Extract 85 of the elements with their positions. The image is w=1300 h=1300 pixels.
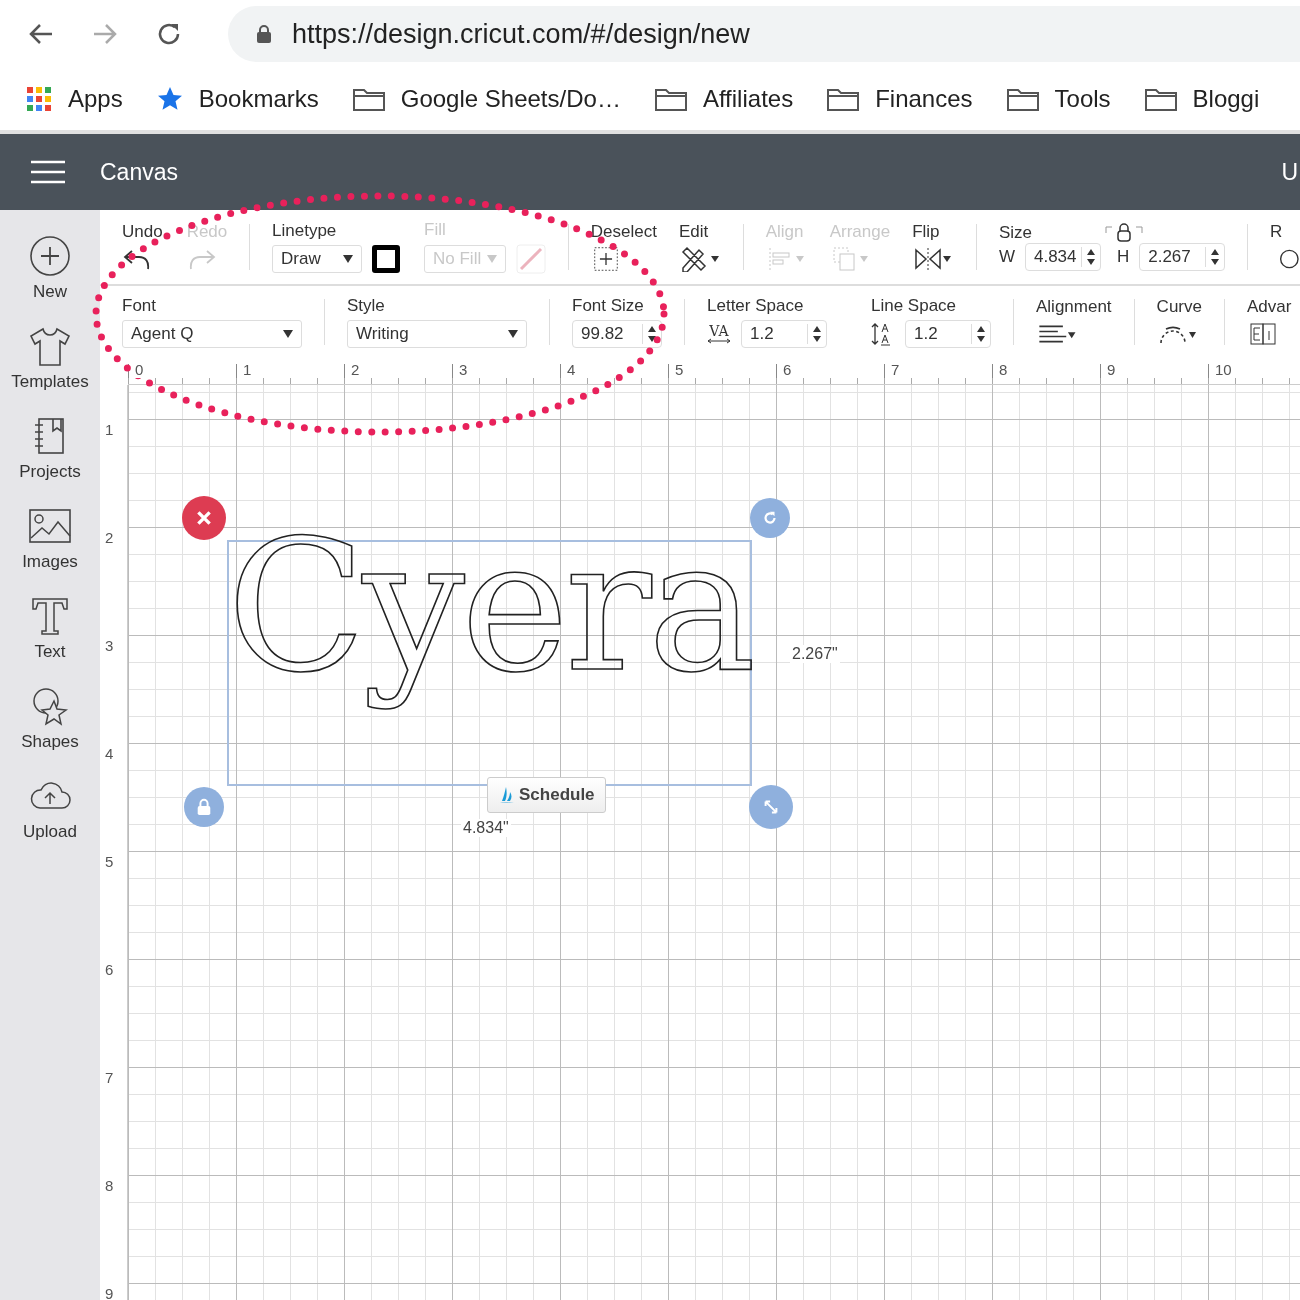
sidebar-item[interactable]: New [28, 234, 72, 302]
address-bar[interactable]: https://design.cricut.com/#/design/new [228, 6, 1300, 62]
spinner-icon [971, 324, 986, 344]
ruler-number: 5 [105, 853, 114, 870]
folder-icon [1006, 87, 1039, 111]
sidebar-item[interactable]: Shapes [21, 684, 79, 752]
sidebar-item[interactable]: Projects [19, 414, 81, 482]
star-icon [156, 86, 183, 112]
caret-icon [343, 255, 354, 263]
ruler-number: 1 [105, 421, 114, 438]
resize-handle[interactable] [749, 785, 793, 829]
spinner-icon [642, 324, 657, 344]
toolbar-label: R [1270, 222, 1283, 242]
curve-button[interactable]: Curve [1156, 297, 1202, 347]
bookmark-item[interactable]: Finances [827, 85, 973, 113]
lock-icon [256, 24, 272, 44]
ruler-number: 7 [105, 1069, 114, 1086]
alignment-button[interactable]: Alignment [1036, 297, 1112, 347]
ruler-number: 4 [105, 745, 114, 762]
deselect-button[interactable]: Deselect [590, 222, 657, 272]
rotate-icon [761, 509, 779, 527]
rotate-handle[interactable] [750, 498, 790, 538]
edit-button[interactable]: Edit [678, 222, 721, 272]
padlock-icon[interactable] [1104, 223, 1144, 243]
toolbar-label: Advar [1246, 297, 1292, 317]
font-size-label: Font Size [572, 296, 644, 316]
width-field[interactable]: 4.834 [1024, 243, 1101, 271]
letter-space-field[interactable]: 1.2 [741, 320, 827, 348]
line-space-label: Line Space [871, 296, 957, 316]
folder-icon [1144, 87, 1177, 111]
app-title: Canvas [100, 158, 179, 186]
caret-icon [487, 255, 498, 263]
delete-handle[interactable] [182, 496, 226, 540]
font-label: Font [122, 296, 157, 316]
linetype-label: Linetype [272, 221, 337, 241]
caret-icon [508, 330, 518, 338]
folder-icon [827, 87, 860, 111]
diagonal-arrows-icon [762, 798, 780, 816]
spinner-icon [807, 324, 822, 344]
height-field[interactable]: 2.267 [1139, 243, 1226, 271]
ruler-number: 6 [105, 961, 114, 978]
width-dimension-label: 4.834" [461, 819, 511, 837]
sidebar-item[interactable]: Images [22, 504, 78, 572]
spinner-icon [1205, 247, 1221, 267]
sidebar-item[interactable]: Templates [11, 324, 89, 392]
plus-circle-icon [28, 234, 72, 278]
fill-color-swatch-icon[interactable] [516, 244, 547, 274]
bookmark-item[interactable]: Google Sheets/Do… [352, 85, 621, 113]
ruler-number: 3 [105, 637, 114, 654]
linetype-dropdown[interactable]: Draw [272, 245, 363, 273]
spinner-icon [1080, 247, 1096, 267]
font-size-field[interactable]: 99.82 [572, 320, 662, 348]
height-dimension-label: 2.267" [790, 645, 840, 663]
bookmark-item[interactable]: Tools [1006, 85, 1111, 113]
caret-icon [283, 330, 293, 338]
style-dropdown[interactable]: Writing [347, 320, 527, 348]
undo-button[interactable]: Undo [122, 222, 163, 272]
flip-button[interactable]: Flip [912, 222, 955, 272]
font-dropdown[interactable]: Agent Q [122, 320, 302, 348]
size-label: Size [998, 223, 1032, 243]
apps-grid-icon [26, 86, 52, 112]
ruler-number: 9 [105, 1285, 114, 1300]
letter-space-label: Letter Space [707, 296, 804, 316]
sidebar-item[interactable]: Text [28, 594, 72, 662]
height-label: H [1116, 247, 1130, 267]
width-label: W [998, 247, 1015, 267]
design-text[interactable]: Cyera [227, 497, 753, 716]
ruler-number: 2 [105, 529, 114, 546]
line-color-swatch[interactable] [372, 245, 401, 273]
lock-handle[interactable] [184, 787, 224, 827]
folder-icon [654, 87, 687, 111]
padlock-icon [195, 798, 213, 816]
close-icon [195, 509, 213, 527]
folder-icon [352, 87, 385, 111]
bookmark-item[interactable]: Affiliates [654, 85, 794, 113]
header-text: U [1281, 158, 1298, 186]
bookmark-item[interactable]: Bloggi [1144, 85, 1260, 113]
schedule-button[interactable]: Schedule [487, 777, 606, 813]
style-label: Style [347, 296, 385, 316]
sidebar-item[interactable]: Upload [23, 774, 77, 842]
menu-icon[interactable] [30, 160, 66, 184]
bookmark-item[interactable]: Apps [26, 85, 123, 113]
bookmark-item[interactable]: Bookmarks [156, 85, 319, 113]
line-space-field[interactable]: 1.2 [905, 320, 991, 348]
ruler-number: 8 [105, 1177, 114, 1194]
